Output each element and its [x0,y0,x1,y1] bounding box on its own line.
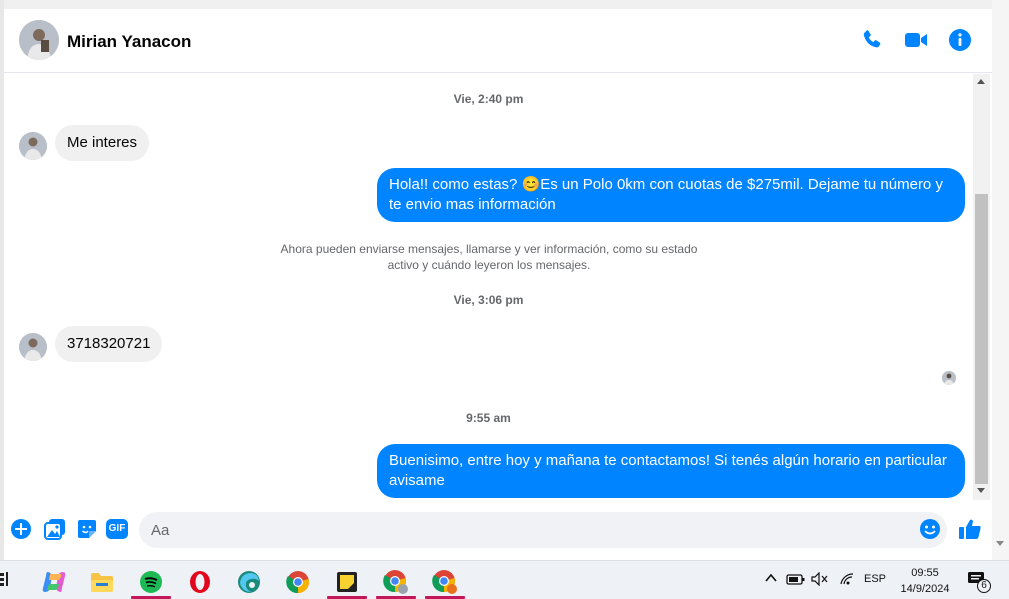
sticky-notes-icon[interactable] [327,565,367,599]
phone-icon[interactable] [860,28,884,52]
timestamp: 9:55 am [466,411,511,425]
outgoing-message[interactable]: Buenisimo, entre hoy y mañana te contact… [377,444,965,498]
incoming-message[interactable]: 3718320721 [55,326,163,362]
incoming-message[interactable]: Me interes [55,125,150,161]
window-right-strip [992,0,1009,560]
edge-dev-icon[interactable] [229,565,269,599]
speaker-muted-icon[interactable] [811,571,829,589]
clock[interactable]: 09:55 14/9/2024 [890,565,960,597]
emoji-icon[interactable] [919,518,941,540]
message-scrollbar[interactable] [973,74,990,500]
widgets-icon[interactable] [0,571,10,587]
chat-header: Mirian Yanacon [4,9,992,73]
spotify-icon[interactable] [131,565,171,599]
video-icon[interactable] [904,28,928,52]
gif-icon[interactable]: GIF [106,518,130,540]
like-icon[interactable] [958,518,982,540]
timestamp: Vie, 2:40 pm [453,92,524,106]
plus-icon[interactable] [10,518,32,540]
contact-avatar-small[interactable] [19,333,47,361]
message-composer: GIF [4,507,992,553]
wifi-icon[interactable] [839,572,855,589]
contact-avatar[interactable] [19,20,59,60]
system-notice-line: Ahora pueden enviarse mensajes, llamarse… [280,242,698,256]
chrome-icon[interactable] [278,565,318,599]
contact-name[interactable]: Mirian Yanacon [67,32,191,52]
system-notice-line: activo y cuándo leyeron los mensajes. [387,258,591,272]
file-explorer-icon[interactable] [82,565,122,599]
opera-icon[interactable] [180,565,220,599]
copilot-icon[interactable] [34,565,74,599]
scroll-up-arrow[interactable] [977,79,985,84]
window-top-strip [0,0,1009,9]
sticker-icon[interactable] [76,518,98,540]
language-indicator[interactable]: ESP [864,573,886,585]
seen-avatar-icon [942,371,956,385]
outer-scroll-down-arrow[interactable] [996,541,1004,546]
image-icon[interactable] [44,518,66,540]
message-input[interactable] [139,512,947,548]
battery-icon[interactable] [786,572,806,589]
message-list[interactable]: Vie, 2:40 pm Me interes Hola!! como esta… [4,74,973,500]
system-notice: Ahora pueden enviarse mensajes, llamarse… [259,241,719,273]
chrome-profile-icon[interactable] [376,565,416,599]
contact-avatar-small[interactable] [19,132,47,160]
notification-count: 6 [981,580,987,591]
info-icon[interactable] [948,28,972,52]
scroll-thumb[interactable] [975,194,988,484]
clock-time: 09:55 [911,567,939,579]
chevron-up-icon[interactable] [764,571,778,588]
chrome-profile-icon[interactable] [425,565,465,599]
gif-label: GIF [106,519,128,539]
notification-icon[interactable]: 6 [967,570,991,594]
chat-window: Mirian Yanacon Vie, 2:40 pm Me interes H… [4,9,992,560]
timestamp: Vie, 3:06 pm [453,293,524,307]
clock-date: 14/9/2024 [900,583,950,595]
windows-taskbar: ESP 09:55 14/9/2024 6 [0,560,1009,599]
outgoing-message[interactable]: Hola!! como estas? 😊Es un Polo 0km con c… [377,168,965,222]
scroll-down-arrow[interactable] [977,488,985,493]
